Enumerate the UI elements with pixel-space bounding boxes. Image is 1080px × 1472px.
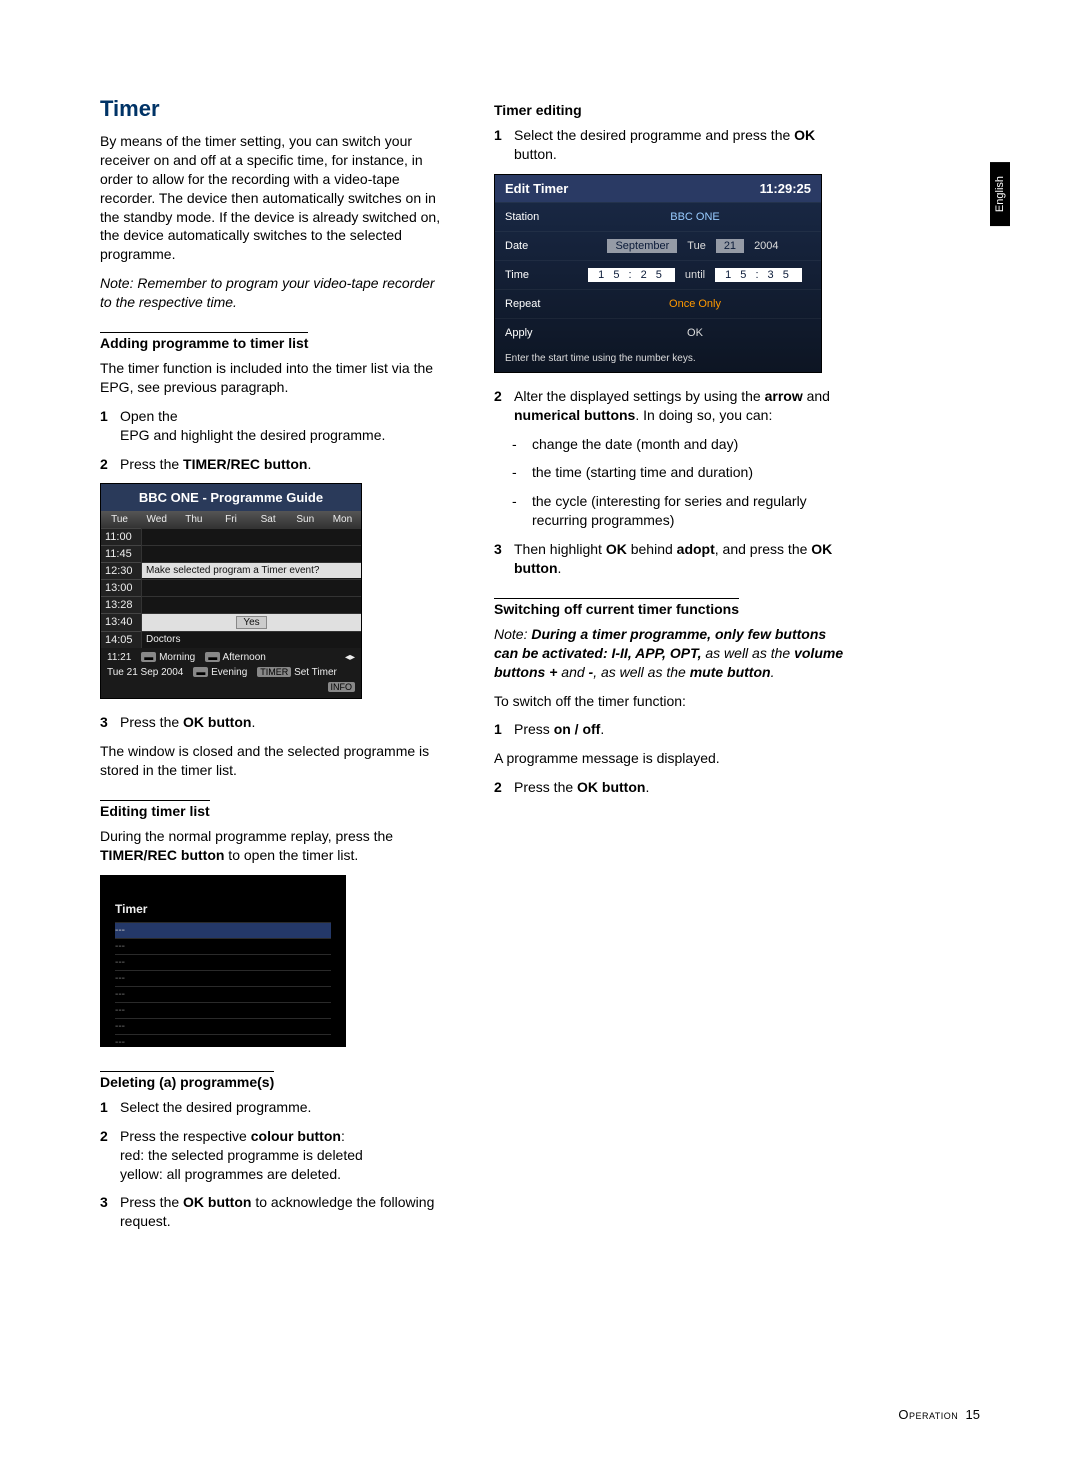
edit-timer-title: Edit Timer <box>505 181 568 196</box>
step-highlight-ok: 3Then highlight OK behind adopt, and pre… <box>514 540 844 578</box>
edit-row-station: StationBBC ONE <box>495 202 821 231</box>
edit-timer-clock: 11:29:25 <box>760 181 811 196</box>
switch-off-result: A programme message is displayed. <box>494 749 844 768</box>
step-press-ok-1: 3Press the OK button. <box>120 713 450 732</box>
subheading-add-programme: Adding programme to timer list <box>100 332 308 351</box>
epg-title: BBC ONE - Programme Guide <box>101 484 361 511</box>
timer-list-screenshot: Timer --- --- --- --- --- --- --- --- <box>100 875 346 1047</box>
edit-row-repeat: RepeatOnce Only <box>495 289 821 318</box>
sub1-paragraph: The timer function is included into the … <box>100 359 450 397</box>
epg-day-row: TueWedThuFriSatSunMon <box>101 511 361 528</box>
step-open-epg: 1Open the EPG and highlight the desired … <box>120 407 450 445</box>
edit-row-time: Time1 5 : 2 5until1 5 : 3 5 <box>495 260 821 289</box>
timer-list-title: Timer <box>115 902 331 922</box>
right-column: Timer editing 1Select the desired progra… <box>494 96 844 1241</box>
epg-footer: 11:21 ▬ Morning ▬ Afternoon ◂▸ Tue 21 Se… <box>101 648 361 698</box>
step-colour-button: 2Press the respective colour button: red… <box>120 1127 450 1184</box>
language-tab: English <box>990 162 1010 226</box>
section-title: Timer <box>100 96 450 122</box>
step-ok-ack: 3Press the OK button to acknowledge the … <box>120 1193 450 1231</box>
subheading-delete: Deleting (a) programme(s) <box>100 1071 274 1090</box>
sub2-paragraph: During the normal programme replay, pres… <box>100 827 450 865</box>
page-footer: Operation 15 <box>898 1407 980 1422</box>
switch-off-intro: To switch off the timer function: <box>494 692 844 711</box>
epg-yes-button: Yes <box>142 614 361 631</box>
epg-timer-prompt: Make selected program a Timer event? <box>142 563 361 578</box>
edit-row-apply: ApplyOK <box>495 318 821 347</box>
left-column: Timer By means of the timer setting, you… <box>100 96 450 1241</box>
switch-off-note: Note: During a timer programme, only few… <box>494 625 844 682</box>
intro-note: Note: Remember to program your video-tap… <box>100 274 450 312</box>
step-press-ok-2: 2Press the OK button. <box>514 778 844 797</box>
step-select-programme: 1Select the desired programme. <box>120 1098 450 1117</box>
edit-timer-screenshot: Edit Timer 11:29:25 StationBBC ONE DateSe… <box>494 174 822 373</box>
step-press-timer-rec: 2Press the TIMER/REC button. <box>120 455 450 474</box>
epg-screenshot: BBC ONE - Programme Guide TueWedThuFriSa… <box>100 483 362 699</box>
subheading-switch-off: Switching off current timer functions <box>494 598 739 617</box>
intro-paragraph: By means of the timer setting, you can s… <box>100 132 450 264</box>
step-select-press-ok: 1Select the desired programme and press … <box>514 126 844 164</box>
manual-page: Timer By means of the timer setting, you… <box>0 0 1080 1281</box>
step-alter-settings: 2Alter the displayed settings by using t… <box>514 387 844 425</box>
subheading-timer-editing: Timer editing <box>494 100 582 118</box>
step-press-on-off: 1Press on / off. <box>514 720 844 739</box>
sub1-result: The window is closed and the selected pr… <box>100 742 450 780</box>
subheading-edit-list: Editing timer list <box>100 800 210 819</box>
edit-row-date: DateSeptemberTue212004 <box>495 231 821 260</box>
edit-footer-msg: Enter the start time using the number ke… <box>495 347 821 372</box>
